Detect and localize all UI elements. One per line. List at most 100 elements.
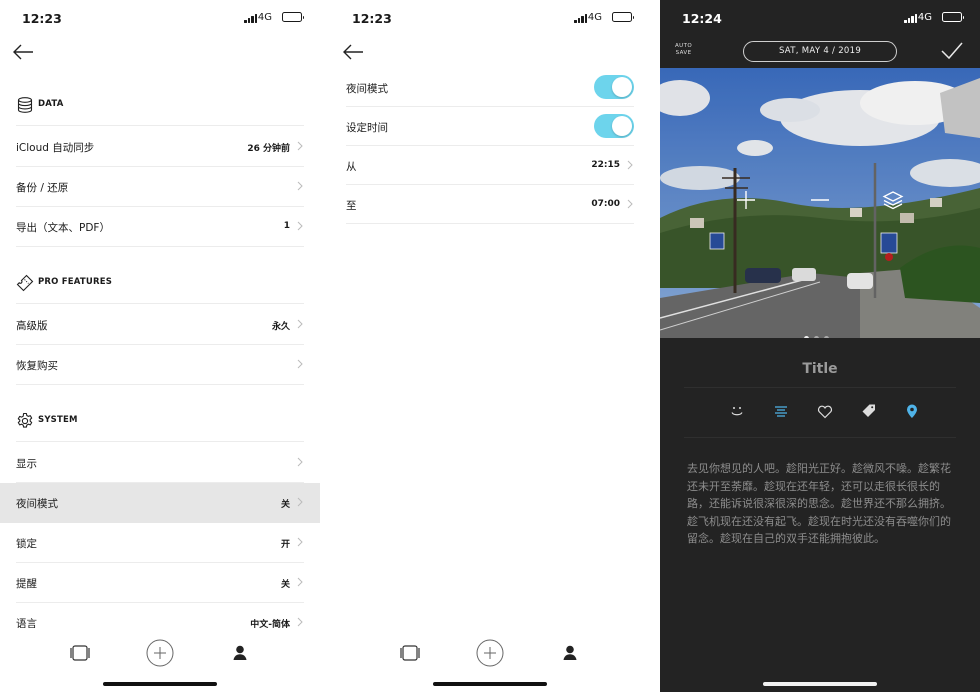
set-time-switch[interactable]: [594, 114, 634, 138]
entry-body-text[interactable]: 去见你想见的人吧。趁阳光正好。趁微风不噪。趁繁花还未开至荼靡。趁现在还年轻，还可…: [687, 460, 956, 548]
chevron-right-icon: [297, 181, 303, 191]
list-fade: [330, 592, 650, 628]
night-mode-screen: 12:23 4G 夜间模式 设定时间 从 22:15 至 07:00: [330, 0, 650, 692]
tag-icon[interactable]: [860, 402, 878, 420]
row-night-mode-toggle: 夜间模式: [346, 68, 634, 107]
row-icloud-sync[interactable]: iCloud 自动同步 26 分钟前: [16, 127, 304, 167]
tab-profile-icon[interactable]: [554, 638, 586, 670]
tab-entries-cards-icon[interactable]: [64, 638, 96, 670]
row-value: 22:15: [591, 160, 620, 170]
chevron-right-icon: [297, 141, 303, 151]
heart-icon[interactable]: [816, 402, 834, 420]
row-value: 26 分钟前: [247, 144, 290, 154]
signal-icon: [904, 13, 918, 23]
date-button[interactable]: SAT, MAY 4 / 2019: [743, 41, 897, 62]
row-label: 夜间模式: [16, 498, 58, 510]
section-title-pro: PRO FEATURES: [38, 277, 113, 287]
row-restore-purchase[interactable]: 恢复购买: [16, 345, 304, 385]
row-label: 提醒: [16, 578, 37, 590]
row-label: 高级版: [16, 320, 48, 332]
row-label: 设定时间: [346, 122, 388, 134]
tab-add-icon[interactable]: [474, 638, 506, 670]
tab-profile-icon[interactable]: [224, 638, 256, 670]
row-value: 关: [280, 580, 290, 590]
remove-photo-icon[interactable]: [808, 188, 832, 212]
chevron-right-icon: [297, 221, 303, 231]
tab-bar: [0, 628, 320, 692]
row-label: 恢复购买: [16, 360, 58, 372]
row-export[interactable]: 导出（文本、PDF） 1: [16, 207, 304, 247]
row-label: 导出（文本、PDF）: [16, 222, 110, 234]
battery-icon: [612, 12, 634, 22]
chevron-right-icon: [297, 577, 303, 587]
row-label: 从: [346, 161, 357, 173]
row-label: 备份 / 还原: [16, 182, 69, 194]
divider: [684, 387, 956, 388]
ticket-icon: [16, 274, 34, 292]
chevron-right-icon: [627, 160, 633, 170]
row-display[interactable]: 显示: [16, 443, 304, 483]
photo-page-indicator: [804, 326, 834, 338]
add-photo-icon[interactable]: [734, 188, 758, 212]
home-indicator: [763, 682, 877, 686]
back-arrow-icon[interactable]: [342, 42, 364, 62]
section-system: SYSTEM: [16, 400, 304, 442]
row-label: 显示: [16, 458, 37, 470]
entry-photo[interactable]: [660, 68, 980, 338]
signal-icon: [574, 13, 588, 23]
tab-add-icon[interactable]: [144, 638, 176, 670]
layers-icon[interactable]: [881, 188, 905, 212]
status-bar: 12:23 4G: [330, 0, 650, 36]
row-value: 开: [280, 540, 290, 550]
status-time: 12:24: [682, 11, 722, 26]
home-indicator: [103, 682, 217, 686]
row-night-mode[interactable]: 夜间模式 关: [0, 483, 320, 523]
section-data: DATA: [16, 84, 304, 126]
status-time: 12:23: [352, 11, 392, 26]
text-align-icon[interactable]: [772, 402, 790, 420]
chevron-right-icon: [297, 359, 303, 369]
status-bar: 12:23 4G: [0, 0, 320, 36]
smile-icon[interactable]: [728, 402, 746, 420]
row-value: 07:00: [591, 199, 620, 209]
chevron-right-icon: [297, 617, 303, 627]
network-label: 4G: [257, 12, 272, 23]
battery-icon: [942, 12, 964, 22]
entry-title[interactable]: Title: [660, 361, 980, 377]
auto-save-toggle[interactable]: AUTO SAVE: [675, 43, 692, 57]
night-mode-switch[interactable]: [594, 75, 634, 99]
chevron-right-icon: [297, 319, 303, 329]
chevron-right-icon: [297, 457, 303, 467]
network-label: 4G: [917, 12, 932, 23]
back-arrow-icon[interactable]: [12, 42, 34, 62]
row-label: iCloud 自动同步: [16, 142, 95, 154]
row-value: 永久: [271, 322, 290, 332]
row-backup-restore[interactable]: 备份 / 还原: [16, 167, 304, 207]
chevron-right-icon: [297, 497, 303, 507]
checkmark-icon[interactable]: [940, 40, 964, 62]
row-value: 关: [280, 500, 290, 510]
row-to-time[interactable]: 至 07:00: [346, 185, 634, 224]
row-reminder[interactable]: 提醒 关: [16, 563, 304, 603]
chevron-right-icon: [297, 537, 303, 547]
location-pin-icon[interactable]: [903, 402, 921, 420]
settings-screen: 12:23 4G DATA iCloud 自动同步 26 分钟前 备份 / 还原…: [0, 0, 320, 692]
row-lock[interactable]: 锁定 开: [16, 523, 304, 563]
row-from-time[interactable]: 从 22:15: [346, 146, 634, 185]
status-bar: 12:24 4G: [660, 0, 980, 36]
tab-entries-cards-icon[interactable]: [394, 638, 426, 670]
row-label: 锁定: [16, 538, 37, 550]
auto-save-line-2: SAVE: [675, 50, 692, 56]
status-time: 12:23: [22, 11, 62, 26]
journal-entry-screen: 12:24 4G AUTO SAVE SAT, MAY 4 / 2019 Tit…: [660, 0, 980, 692]
home-indicator: [433, 682, 547, 686]
network-label: 4G: [587, 12, 602, 23]
section-title-data: DATA: [38, 99, 64, 109]
tab-bar: [330, 628, 650, 692]
gear-icon: [17, 412, 33, 428]
chevron-right-icon: [627, 199, 633, 209]
row-value: 1: [283, 221, 290, 231]
row-premium[interactable]: 高级版 永久: [16, 305, 304, 345]
row-label: 至: [346, 200, 357, 212]
database-icon: [17, 97, 33, 113]
